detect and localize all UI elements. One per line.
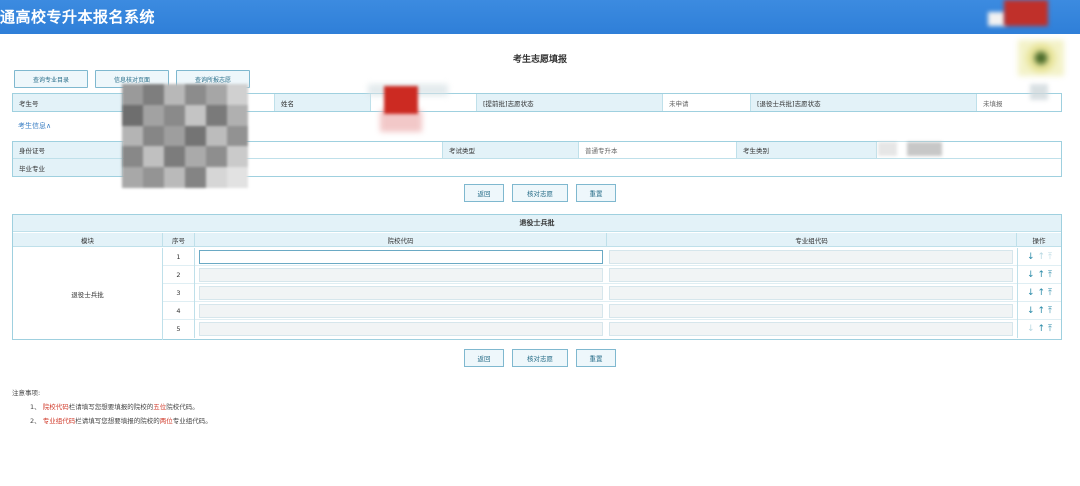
table-row: 1 ↓ ↑ ⤒ xyxy=(163,248,1061,266)
move-top-icon: ⤒ xyxy=(1048,251,1053,262)
back-button[interactable]: 返回 xyxy=(464,184,504,202)
row-ops: ↓ ↑ ⤒ xyxy=(1017,320,1061,338)
veteran-status-label: [退役士兵批]志愿状态 xyxy=(751,94,977,111)
school-code-input[interactable] xyxy=(199,286,603,300)
move-down-icon: ↓ xyxy=(1026,323,1035,334)
notes-section: 注意事项: 1、 院校代码栏请填写您想要填报的院校的五位院校代码。 2、 专业组… xyxy=(12,386,212,428)
move-top-icon[interactable]: ⤒ xyxy=(1048,270,1052,280)
row-seq: 4 xyxy=(163,302,195,320)
reset-button[interactable]: 重置 xyxy=(576,349,616,367)
header-module: 模块 xyxy=(13,233,163,247)
table-row: 3 ↓ ↑ ⤒ xyxy=(163,284,1061,302)
redacted-blur xyxy=(1030,84,1048,100)
note-number: 2、 xyxy=(30,417,41,425)
note-tail: 专业组代码。 xyxy=(172,417,212,425)
row-ops: ↓ ↑ ⤒ xyxy=(1017,302,1061,320)
veteran-batch-grid: 退役士兵批 模块 序号 院校代码 专业组代码 操作 退役士兵批 1 ↓ ↑ ⤒ … xyxy=(12,214,1062,340)
note-text: 栏请填写您想要填报的院校的 xyxy=(68,403,154,411)
exam-type-value: 普通专升本 xyxy=(579,142,737,158)
row-seq: 3 xyxy=(163,284,195,302)
note-tail: 院校代码。 xyxy=(166,403,199,411)
note-item: 2、 专业组代码栏请填写您想要填报的院校的两位专业组代码。 xyxy=(12,414,212,428)
major-group-code-input[interactable] xyxy=(609,268,1013,282)
move-down-icon[interactable]: ↓ xyxy=(1027,288,1035,298)
table-row: 5 ↓ ↑ ⤒ xyxy=(163,320,1061,338)
id-number-label: 身份证号 xyxy=(13,142,123,158)
redacted-blur xyxy=(878,142,942,156)
table-row: 2 ↓ ↑ ⤒ xyxy=(163,266,1061,284)
system-title: 通高校专升本报名系统 xyxy=(0,8,156,26)
major-group-code-input[interactable] xyxy=(609,250,1013,264)
move-down-icon[interactable]: ↓ xyxy=(1027,270,1035,280)
grid-title: 退役士兵批 xyxy=(13,215,1061,232)
module-name-cell: 退役士兵批 xyxy=(13,248,163,340)
query-major-catalog-button[interactable]: 查询专业目录 xyxy=(14,70,88,88)
header-ops: 操作 xyxy=(1017,233,1061,247)
school-code-input[interactable] xyxy=(199,250,603,264)
exam-type-label: 考试类型 xyxy=(443,142,579,158)
graduated-major-label: 毕业专业 xyxy=(13,159,123,176)
school-code-input[interactable] xyxy=(199,304,603,318)
note-number: 1、 xyxy=(30,403,41,411)
move-down-icon[interactable]: ↓ xyxy=(1027,306,1035,316)
graduated-major-value xyxy=(123,159,1061,176)
school-code-input[interactable] xyxy=(199,268,603,282)
exam-no-label: 考生号 xyxy=(13,94,123,111)
row-seq: 2 xyxy=(163,266,195,284)
note-keyword: 院校代码 xyxy=(42,403,69,411)
move-down-icon[interactable]: ↓ xyxy=(1027,252,1035,262)
move-up-icon[interactable]: ↑ xyxy=(1038,324,1046,334)
major-group-code-input[interactable] xyxy=(609,322,1013,336)
table-row: 4 ↓ ↑ ⤒ xyxy=(163,302,1061,320)
row-seq: 1 xyxy=(163,248,195,266)
candidate-category-label: 考生类别 xyxy=(737,142,877,158)
notes-title: 注意事项: xyxy=(12,389,41,397)
note-emphasis: 两位 xyxy=(159,417,173,425)
check-choices-button[interactable]: 核对志愿 xyxy=(512,349,568,367)
redacted-blur xyxy=(1004,0,1048,26)
header-seq: 序号 xyxy=(163,233,195,247)
page-title: 考生志愿填报 xyxy=(512,55,567,65)
move-up-icon[interactable]: ↑ xyxy=(1038,306,1046,316)
row-ops: ↓ ↑ ⤒ xyxy=(1017,284,1061,302)
name-label: 姓名 xyxy=(275,94,371,111)
header-school-code: 院校代码 xyxy=(195,233,607,247)
move-up-icon: ↑ xyxy=(1037,251,1046,262)
note-text: 栏请填写您想要填报的院校的 xyxy=(75,417,160,425)
advance-status-value: 未申请 xyxy=(663,94,751,111)
move-top-icon[interactable]: ⤒ xyxy=(1048,288,1052,298)
row-ops: ↓ ↑ ⤒ xyxy=(1017,266,1061,284)
reset-button[interactable]: 重置 xyxy=(576,184,616,202)
row-seq: 5 xyxy=(163,320,195,338)
note-keyword: 专业组代码 xyxy=(42,417,76,425)
move-up-icon[interactable]: ↑ xyxy=(1038,288,1046,298)
move-top-icon[interactable]: ⤒ xyxy=(1048,306,1052,316)
header-major-group-code: 专业组代码 xyxy=(607,233,1017,247)
move-up-icon[interactable]: ↑ xyxy=(1038,270,1046,280)
note-item: 1、 院校代码栏请填写您想要填报的院校的五位院校代码。 xyxy=(12,400,212,414)
move-top-icon[interactable]: ⤒ xyxy=(1048,324,1052,334)
advance-status-label: [提前批]志愿状态 xyxy=(477,94,663,111)
veteran-status-value: 未填报 xyxy=(977,94,1061,111)
back-button[interactable]: 返回 xyxy=(464,349,504,367)
major-group-code-input[interactable] xyxy=(609,304,1013,318)
row-ops: ↓ ↑ ⤒ xyxy=(1017,248,1061,266)
action-buttons-top: 返回 核对志愿 重置 xyxy=(0,184,1080,202)
action-buttons-bottom: 返回 核对志愿 重置 xyxy=(0,349,1080,367)
major-group-code-input[interactable] xyxy=(609,286,1013,300)
candidate-info-toggle-link[interactable]: 考生信息∧ xyxy=(18,121,51,131)
school-code-input[interactable] xyxy=(199,322,603,336)
note-emphasis: 五位 xyxy=(153,403,167,411)
redacted-mosaic xyxy=(122,84,248,188)
redacted-blur xyxy=(384,86,418,114)
check-choices-button[interactable]: 核对志愿 xyxy=(512,184,568,202)
top-header-bar: 通高校专升本报名系统 xyxy=(0,0,1080,34)
